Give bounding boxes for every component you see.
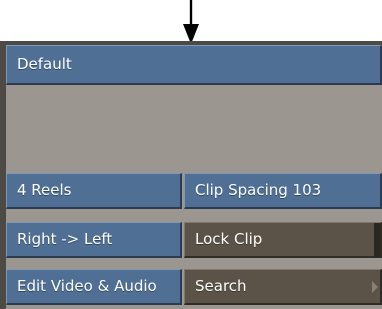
clip-spacing-button[interactable]: Clip Spacing 103 bbox=[184, 173, 382, 209]
screen: Default 4 Reels Clip Spacing 103 Right -… bbox=[0, 0, 382, 309]
direction-label: Right -> Left bbox=[17, 230, 113, 248]
search-label: Search bbox=[195, 277, 247, 295]
clip-spacing-label: Clip Spacing 103 bbox=[195, 181, 322, 199]
edit-mode-label: Edit Video & Audio bbox=[17, 277, 157, 295]
default-button[interactable]: Default bbox=[6, 45, 382, 85]
reels-button[interactable]: 4 Reels bbox=[6, 173, 182, 209]
reels-label: 4 Reels bbox=[17, 181, 72, 199]
search-button[interactable]: Search bbox=[184, 269, 382, 305]
lock-clip-button[interactable]: Lock Clip bbox=[184, 222, 382, 258]
settings-panel: Default 4 Reels Clip Spacing 103 Right -… bbox=[0, 41, 382, 309]
default-label: Default bbox=[17, 55, 72, 73]
lock-clip-label: Lock Clip bbox=[195, 230, 263, 248]
triangle-right-icon bbox=[372, 280, 378, 293]
button-edge bbox=[374, 223, 380, 257]
arrow-down-icon bbox=[183, 0, 199, 44]
direction-button[interactable]: Right -> Left bbox=[6, 222, 182, 258]
edit-mode-button[interactable]: Edit Video & Audio bbox=[6, 269, 182, 305]
